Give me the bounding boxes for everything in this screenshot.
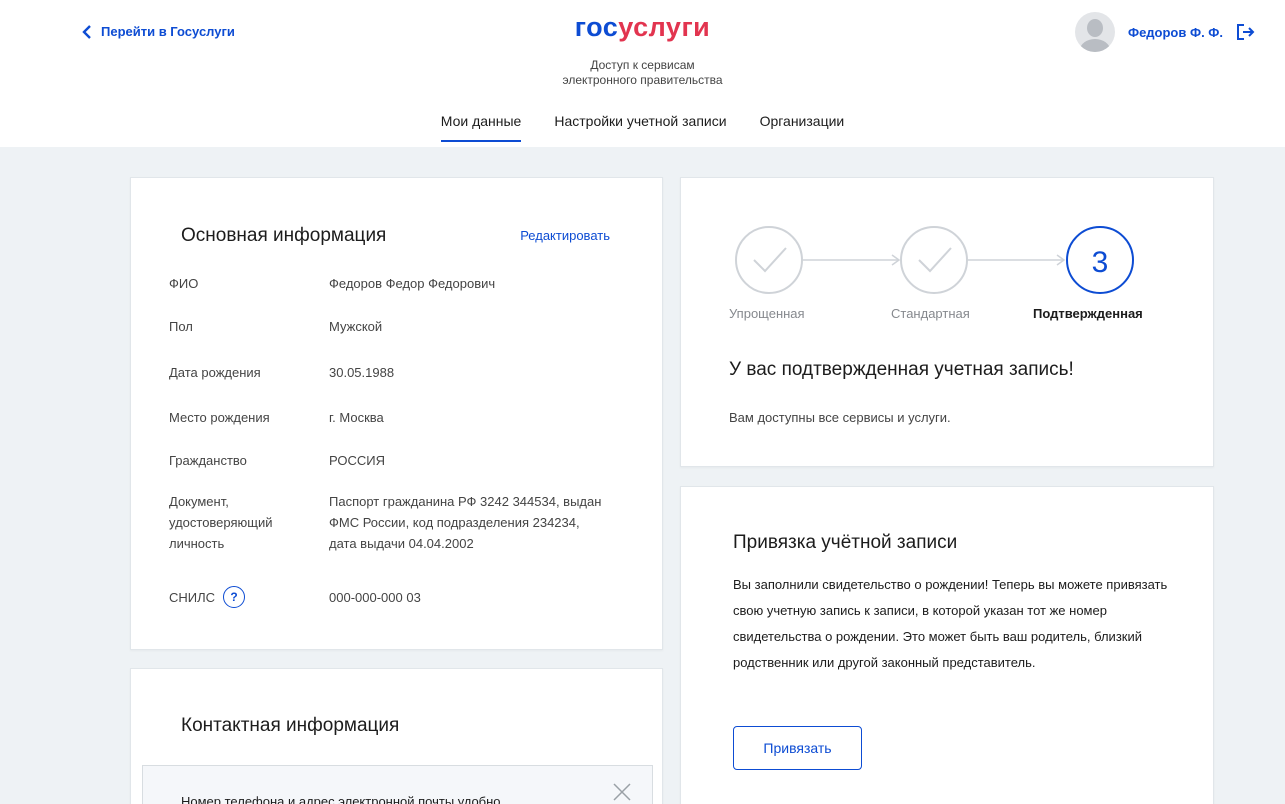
- info-row-birth-place: Место рождения г. Москва: [169, 407, 629, 428]
- header-subtitle: Доступ к сервисам электронного правитель…: [0, 58, 1285, 88]
- info-value: 30.05.1988: [329, 365, 395, 380]
- tab-my-data[interactable]: Мои данные: [440, 113, 522, 142]
- info-row-gender: Пол Мужской: [169, 316, 629, 337]
- step-simplified-check-icon: [735, 226, 803, 294]
- account-link-title: Привязка учётной записи: [733, 532, 958, 553]
- info-value: г. Москва: [329, 410, 384, 425]
- user-name[interactable]: Федоров Ф. Ф.: [1128, 25, 1223, 40]
- info-label: Дата рождения: [169, 365, 261, 380]
- account-level-title: У вас подтвержденная учетная запись!: [729, 359, 1074, 380]
- info-label: Место рождения: [169, 410, 270, 425]
- snils-value: 000-000-000 03: [329, 589, 421, 605]
- step-label-simplified: Упрощенная: [729, 306, 805, 321]
- info-row-identity-document: Документ, удостоверяющий личность Паспор…: [169, 491, 629, 554]
- account-link-card: Привязка учётной записи Вы заполнили сви…: [680, 486, 1214, 804]
- account-link-text: Вы заполнили свидетельство о рождении! Т…: [733, 577, 1168, 670]
- tab-account-settings[interactable]: Настройки учетной записи: [554, 113, 726, 142]
- subtitle-line2: электронного правительства: [562, 73, 723, 87]
- step-label-confirmed: Подтвержденная: [1033, 306, 1143, 321]
- user-avatar-icon[interactable]: [1074, 12, 1115, 52]
- notice-text: Номер телефона и адрес электронной почты…: [181, 794, 501, 804]
- contact-info-title: Контактная информация: [181, 715, 400, 736]
- info-value: Мужской: [329, 319, 383, 334]
- subtitle-line1: Доступ к сервисам: [590, 58, 695, 72]
- edit-link[interactable]: Редактировать: [520, 228, 610, 243]
- contact-notice: Номер телефона и адрес электронной почты…: [142, 765, 653, 804]
- close-icon[interactable]: [612, 782, 632, 802]
- snils-label-group: СНИЛС ?: [169, 586, 329, 608]
- account-level-stepper: 3: [735, 226, 1134, 294]
- info-value: Паспорт гражданина РФ 3242 344534, выдан…: [329, 494, 602, 551]
- info-row-citizenship: Гражданство РОССИЯ: [169, 450, 629, 471]
- info-label: Гражданство: [169, 453, 247, 468]
- snils-label: СНИЛС: [169, 589, 216, 605]
- info-label: ФИО: [169, 276, 199, 291]
- info-row-birth-date: Дата рождения 30.05.1988: [169, 362, 629, 383]
- top-header: Перейти в Госуслуги госуслуги Доступ к с…: [0, 0, 1285, 147]
- logout-icon[interactable]: [1235, 23, 1255, 41]
- info-value: Федоров Федор Федорович: [329, 276, 496, 291]
- account-level-text: Вам доступны все сервисы и услуги.: [729, 410, 951, 425]
- step-label-standard: Стандартная: [891, 306, 970, 321]
- info-label: Документ, удостоверяющий личность: [169, 494, 273, 551]
- bind-account-button[interactable]: Привязать: [733, 726, 862, 770]
- logo-part1: гос: [574, 12, 619, 42]
- info-value: РОССИЯ: [329, 453, 386, 468]
- account-level-card: 3 Упрощенная Стандартная Подтвержденная …: [680, 177, 1214, 467]
- user-menu: Федоров Ф. Ф.: [1074, 12, 1255, 52]
- step-confirmed-number: 3: [1092, 246, 1109, 279]
- basic-info-card: Основная информация Редактировать ФИО Фе…: [130, 177, 663, 650]
- profile-tabs: Мои данные Настройки учетной записи Орга…: [0, 113, 1285, 142]
- tab-organizations[interactable]: Организации: [760, 113, 845, 142]
- info-row-snils: СНИЛС ? 000-000-000 03: [169, 586, 629, 608]
- basic-info-title: Основная информация: [181, 225, 387, 246]
- logo-part2: услуги: [618, 12, 711, 42]
- help-question-icon[interactable]: ?: [223, 586, 246, 608]
- info-row-fio: ФИО Федоров Федор Федорович: [169, 273, 629, 294]
- step-standard-check-icon: [900, 226, 968, 294]
- info-label: Пол: [169, 319, 193, 334]
- contact-info-card: Контактная информация Номер телефона и а…: [130, 668, 663, 804]
